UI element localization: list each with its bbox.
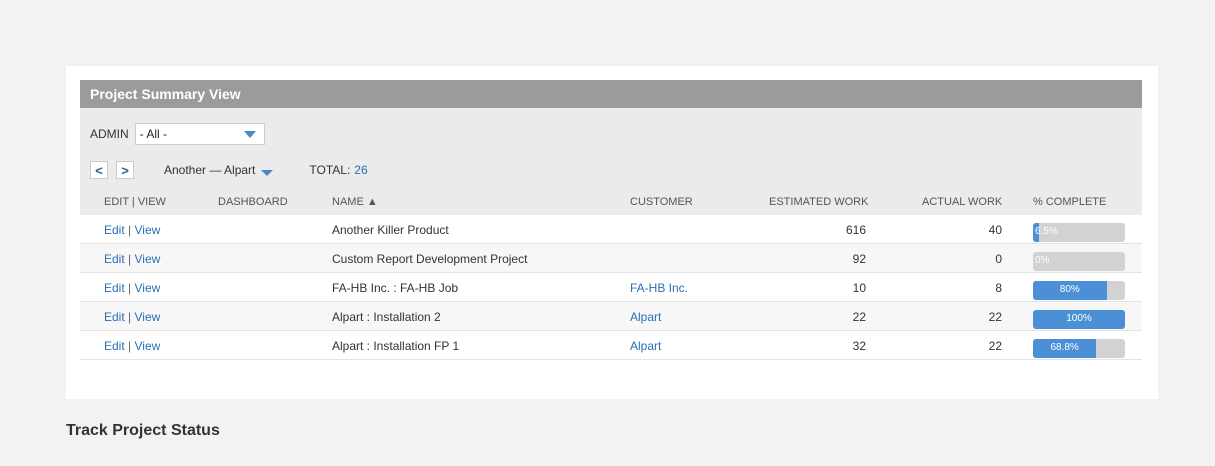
edit-link[interactable]: Edit bbox=[104, 310, 125, 324]
col-dashboard: DASHBOARD bbox=[218, 196, 288, 208]
filter-label: ADMIN bbox=[90, 127, 129, 141]
nav-row: < > Another — Alpart TOTAL: 26 bbox=[90, 160, 368, 180]
col-customer[interactable]: CUSTOMER bbox=[630, 196, 693, 208]
table-row: Edit | View Alpart : Installation 2 Alpart… bbox=[80, 302, 1142, 331]
name-cell: Custom Report Development Project bbox=[332, 252, 528, 266]
filter-row: ADMIN - All - bbox=[90, 123, 265, 145]
admin-filter-value: - All - bbox=[139, 127, 168, 141]
next-button[interactable]: > bbox=[116, 161, 134, 179]
table-row: Edit | View Custom Report Development Pro… bbox=[80, 244, 1142, 273]
edit-view-cell: Edit | View bbox=[104, 310, 160, 324]
total-count: TOTAL: 26 bbox=[309, 163, 367, 177]
table-header: EDIT | VIEW DASHBOARD NAME ▲ CUSTOMER ES… bbox=[80, 187, 1142, 215]
actual-work-cell: 22 bbox=[988, 310, 1002, 324]
estimated-work-cell: 92 bbox=[852, 252, 866, 266]
table-row: Edit | View Alpart : Installation FP 1 Alp… bbox=[80, 331, 1142, 360]
chevron-down-icon bbox=[261, 169, 274, 176]
progress-label: 100% bbox=[1066, 313, 1092, 324]
col-estimated-work[interactable]: ESTIMATED WORK bbox=[769, 196, 868, 208]
caption: Track Project Status bbox=[66, 422, 220, 439]
col-name[interactable]: NAME ▲ bbox=[332, 196, 378, 208]
chevron-down-icon bbox=[243, 131, 256, 138]
progress-bar: 68.8% bbox=[1033, 339, 1125, 358]
edit-link[interactable]: Edit bbox=[104, 339, 125, 353]
separator: | bbox=[124, 310, 135, 324]
edit-view-cell: Edit | View bbox=[104, 281, 160, 295]
panel-title: Project Summary View bbox=[80, 80, 1142, 108]
view-link[interactable]: View bbox=[134, 252, 160, 266]
project-range-value: Another — Alpart bbox=[164, 163, 256, 177]
customer-link[interactable]: FA-HB Inc. bbox=[630, 281, 688, 295]
name-cell: Another Killer Product bbox=[332, 223, 449, 237]
actual-work-cell: 8 bbox=[995, 281, 1002, 295]
progress-label: 80% bbox=[1059, 284, 1080, 295]
admin-filter-select[interactable]: - All - bbox=[134, 123, 265, 145]
actual-work-cell: 40 bbox=[988, 223, 1002, 237]
separator: | bbox=[124, 252, 135, 266]
table-row: Edit | View Another Killer Product 616 40 6.… bbox=[80, 215, 1142, 244]
actual-work-cell: 0 bbox=[995, 252, 1002, 266]
progress-bar: 0% bbox=[1033, 252, 1125, 271]
customer-link[interactable]: Alpart bbox=[630, 310, 661, 324]
edit-link[interactable]: Edit bbox=[104, 252, 125, 266]
actual-work-cell: 22 bbox=[988, 339, 1002, 353]
name-cell: FA-HB Inc. : FA-HB Job bbox=[332, 281, 459, 295]
content-card: Project Summary View ADMIN - All - < > A… bbox=[66, 66, 1158, 399]
edit-view-cell: Edit | View bbox=[104, 223, 160, 237]
edit-view-cell: Edit | View bbox=[104, 339, 160, 353]
estimated-work-cell: 10 bbox=[852, 281, 866, 295]
total-label: TOTAL: bbox=[309, 163, 351, 177]
progress-label: 0% bbox=[1035, 255, 1050, 266]
edit-link[interactable]: Edit bbox=[104, 281, 125, 295]
progress-bar: 80% bbox=[1033, 281, 1125, 300]
edit-view-cell: Edit | View bbox=[104, 252, 160, 266]
customer-link[interactable]: Alpart bbox=[630, 339, 661, 353]
table-body: Edit | View Another Killer Product 616 40 6.… bbox=[80, 215, 1142, 360]
progress-bar: 6.5% bbox=[1033, 223, 1125, 242]
progress-label: 68.8% bbox=[1050, 342, 1079, 353]
project-range-select[interactable]: Another — Alpart bbox=[164, 163, 274, 177]
separator: | bbox=[124, 281, 135, 295]
view-link[interactable]: View bbox=[134, 310, 160, 324]
name-cell: Alpart : Installation FP 1 bbox=[332, 339, 460, 353]
progress-bar: 100% bbox=[1033, 310, 1125, 329]
col-percent-complete[interactable]: % COMPLETE bbox=[1033, 196, 1106, 208]
separator: | bbox=[124, 223, 135, 237]
view-link[interactable]: View bbox=[134, 223, 160, 237]
estimated-work-cell: 32 bbox=[852, 339, 866, 353]
edit-link[interactable]: Edit bbox=[104, 223, 125, 237]
estimated-work-cell: 22 bbox=[852, 310, 866, 324]
separator: | bbox=[124, 339, 135, 353]
total-value: 26 bbox=[354, 163, 368, 177]
estimated-work-cell: 616 bbox=[845, 223, 866, 237]
table-row: Edit | View FA-HB Inc. : FA-HB Job FA-HB I… bbox=[80, 273, 1142, 302]
project-summary-panel: Project Summary View ADMIN - All - < > A… bbox=[80, 80, 1142, 389]
progress-label: 6.5% bbox=[1035, 226, 1058, 237]
col-edit-view: EDIT | VIEW bbox=[104, 196, 166, 208]
table-footer-space bbox=[80, 360, 1142, 389]
view-link[interactable]: View bbox=[134, 281, 160, 295]
name-cell: Alpart : Installation 2 bbox=[332, 310, 441, 324]
view-link[interactable]: View bbox=[134, 339, 160, 353]
prev-button[interactable]: < bbox=[90, 161, 108, 179]
col-actual-work[interactable]: ACTUAL WORK bbox=[922, 196, 1002, 208]
